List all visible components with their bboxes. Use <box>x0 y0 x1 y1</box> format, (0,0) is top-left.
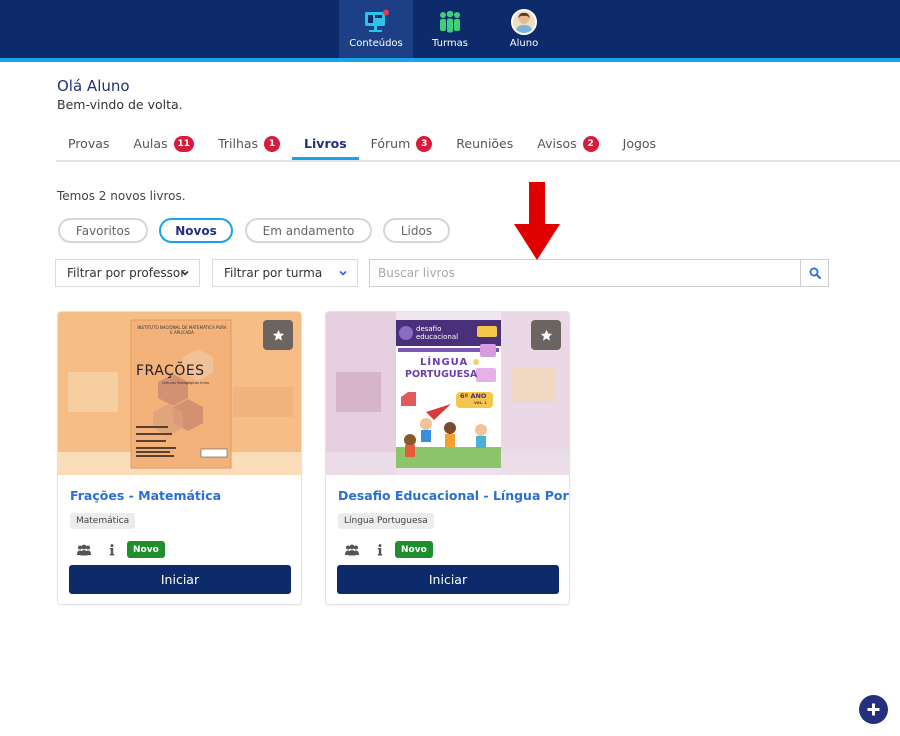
info-icon[interactable] <box>377 544 383 556</box>
new-badge: Novo <box>395 541 433 558</box>
tab-label: Avisos <box>537 136 577 151</box>
count-badge: 3 <box>416 136 433 152</box>
tab-aulas[interactable]: Aulas 11 <box>121 130 206 160</box>
search-icon <box>809 267 821 279</box>
avatar <box>511 9 537 35</box>
tab-label: Aulas <box>133 136 168 151</box>
new-badge: Novo <box>127 541 165 558</box>
tab-provas[interactable]: Provas <box>56 130 121 160</box>
tab-forum[interactable]: Fórum 3 <box>359 130 445 160</box>
cover-title-line2: PORTUGUESA <box>405 369 478 380</box>
search-button[interactable] <box>800 259 829 287</box>
tab-jogos[interactable]: Jogos <box>611 130 668 160</box>
count-badge: 1 <box>264 136 281 152</box>
count-badge: 2 <box>582 136 599 152</box>
plus-icon <box>867 703 880 716</box>
cover-title: FRAÇÕES <box>136 363 205 379</box>
chip-lidos[interactable]: Lidos <box>383 218 450 243</box>
cover-brand-line2: educacional <box>416 333 459 341</box>
chip-em-andamento[interactable]: Em andamento <box>245 218 372 243</box>
tab-reunioes[interactable]: Reuniões <box>444 130 525 160</box>
book-card: INSTITUTO NACIONAL DE MATEMÁTICA PURA E … <box>57 311 302 605</box>
favorite-button[interactable] <box>531 320 561 350</box>
start-button[interactable]: Iniciar <box>69 565 291 594</box>
cover-brand-line1: desafio <box>416 325 442 333</box>
nav-aluno-label: Aluno <box>509 38 539 49</box>
topbar-accent-line <box>0 58 900 62</box>
new-books-message: Temos 2 novos livros. <box>57 189 186 203</box>
subject-tag: Língua Portuguesa <box>338 513 434 529</box>
users-icon[interactable] <box>76 544 92 556</box>
tab-label: Fórum <box>370 136 411 151</box>
nav-turmas[interactable]: Turmas <box>413 0 487 58</box>
subject-tag: Matemática <box>70 513 136 529</box>
monitor-icon <box>365 9 389 32</box>
cover-subtitle: Leituras Pedagógicas Impa <box>162 381 210 385</box>
professor-filter-value: Filtrar por professor <box>67 266 186 280</box>
cover-title-line1: LÍNGUA <box>420 357 469 368</box>
search-books-input[interactable]: Buscar livros <box>369 259 801 287</box>
chip-novos[interactable]: Novos <box>159 218 233 243</box>
professor-filter-select[interactable]: Filtrar por professor <box>55 259 200 287</box>
book-title-link[interactable]: Frações - Matemática <box>70 488 221 503</box>
turma-filter-value: Filtrar por turma <box>224 266 323 280</box>
nav-aluno[interactable]: Aluno <box>487 0 561 58</box>
group-icon <box>440 10 460 33</box>
greeting-title: Olá Aluno <box>57 77 130 95</box>
count-badge: 11 <box>173 136 195 152</box>
tab-label: Reuniões <box>456 136 514 151</box>
star-icon <box>540 329 552 341</box>
tab-label: Livros <box>304 136 347 151</box>
content-tabs: Provas Aulas 11 Trilhas 1 Livros Fórum 3 Re… <box>56 130 668 160</box>
book-title-link[interactable]: Desafio Educacional - Língua Portu... <box>338 488 569 503</box>
tab-livros[interactable]: Livros <box>292 130 359 160</box>
nav-turmas-label: Turmas <box>432 38 468 49</box>
turma-filter-select[interactable]: Filtrar por turma <box>212 259 358 287</box>
star-icon <box>272 329 284 341</box>
tab-label: Provas <box>68 136 110 151</box>
book-card: desafio educacional LÍNGUA PORTUGUESA 6º… <box>325 311 570 605</box>
nav-conteudos[interactable]: Conteúdos <box>339 0 413 58</box>
tab-label: Jogos <box>622 136 657 151</box>
cover-volume: VOL. 1 <box>474 401 487 405</box>
cover-grade: 6º ANO <box>460 392 487 400</box>
chevron-down-icon <box>339 270 347 276</box>
search-placeholder: Buscar livros <box>378 266 455 280</box>
tab-label: Trilhas <box>218 136 259 151</box>
greeting-subtitle: Bem-vindo de volta. <box>57 97 183 112</box>
red-arrow-annotation-icon <box>514 182 560 260</box>
start-button[interactable]: Iniciar <box>337 565 559 594</box>
tab-trilhas[interactable]: Trilhas 1 <box>206 130 292 160</box>
users-icon[interactable] <box>344 544 360 556</box>
favorite-button[interactable] <box>263 320 293 350</box>
tabs-divider <box>56 160 900 162</box>
info-icon[interactable] <box>109 544 115 556</box>
chevron-down-icon <box>181 270 189 276</box>
nav-conteudos-label: Conteúdos <box>349 38 403 49</box>
tab-avisos[interactable]: Avisos 2 <box>525 130 610 160</box>
chip-favoritos[interactable]: Favoritos <box>58 218 148 243</box>
add-fab-button[interactable] <box>859 695 888 724</box>
cover-header: INSTITUTO NACIONAL DE MATEMÁTICA PURA E … <box>137 325 227 335</box>
top-navbar: Conteúdos Turmas Aluno <box>0 0 900 58</box>
